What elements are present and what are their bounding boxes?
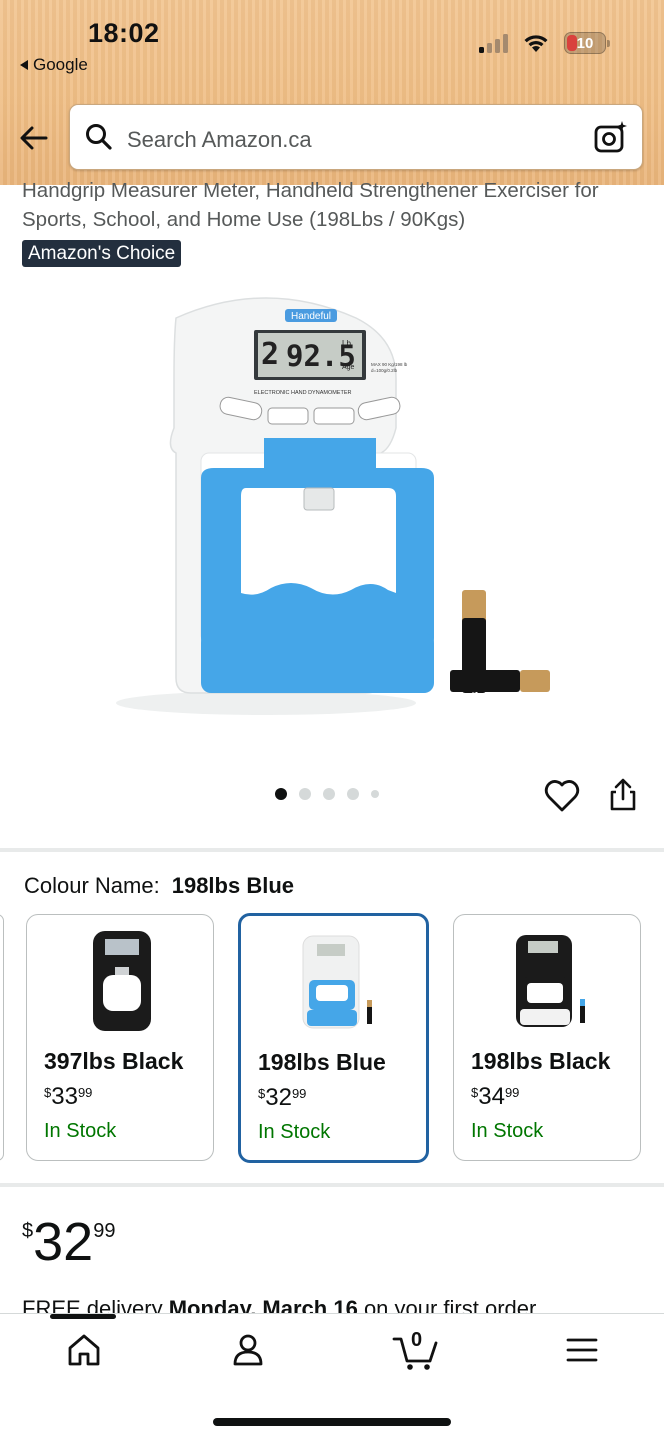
swatch-stock: In Stock	[258, 1121, 331, 1143]
carousel-dot[interactable]	[371, 790, 379, 798]
carousel-dot[interactable]	[299, 788, 311, 800]
previous-swatch-edge[interactable]	[0, 914, 4, 1161]
search-placeholder: Search Amazon.ca	[127, 127, 312, 152]
camera-lens-icon[interactable]	[593, 119, 629, 155]
battery-icon: 10	[564, 32, 610, 54]
wifi-icon	[524, 35, 548, 52]
swatch-397lbs-black[interactable]: 397lbs Black $3399 In Stock	[26, 914, 214, 1161]
colour-selected-value: 198lbs Blue	[171, 873, 294, 898]
search-icon	[86, 124, 112, 150]
swatch-198lbs-black[interactable]: 198lbs Black $3499 In Stock	[453, 914, 641, 1161]
section-divider	[0, 1183, 664, 1187]
swatch-name: 198lbs Blue	[258, 1049, 386, 1075]
brand-text: Handeful	[291, 311, 331, 322]
swatch-price: $3299	[258, 1084, 307, 1111]
amazons-choice-badge[interactable]: Amazon's Choice	[22, 240, 182, 267]
svg-text:Lb: Lb	[342, 339, 351, 348]
status-icons: 10	[479, 32, 610, 54]
colour-name-row: Colour Name: 198lbs Blue	[24, 873, 294, 899]
carousel-dot[interactable]	[275, 788, 287, 800]
swatch-thumbnail	[516, 935, 585, 1027]
status-time: 18:02	[88, 18, 160, 48]
product-price: $32 99	[22, 1212, 116, 1272]
app-header: 18:02 Google 10 Search Amazon.ca	[0, 0, 664, 185]
carousel-dot[interactable]	[347, 788, 359, 800]
swatch-198lbs-blue[interactable]: 198lbs Blue $3299 In Stock	[238, 913, 429, 1163]
svg-text:2: 2	[261, 337, 279, 372]
swatch-price: $3499	[471, 1083, 520, 1110]
svg-text:MAX 90 Kg/198 lb: MAX 90 Kg/198 lb	[371, 362, 408, 367]
product-image[interactable]: Handeful 2 92.5 Lb Age MAX 90 Kg/198 lb …	[96, 278, 576, 738]
swatch-thumbnail	[93, 931, 151, 1031]
swatch-thumbnail	[302, 935, 372, 1029]
swatch-price: $3399	[44, 1083, 93, 1110]
active-tab-indicator	[50, 1314, 116, 1319]
cart-count: 0	[411, 1329, 423, 1351]
swatch-stock: In Stock	[44, 1120, 117, 1142]
home-indicator[interactable]	[213, 1418, 451, 1426]
cart-icon[interactable]: 0	[392, 1325, 440, 1373]
swatch-stock: In Stock	[471, 1120, 544, 1142]
image-carousel-dots[interactable]	[275, 788, 379, 800]
heart-icon[interactable]	[543, 777, 581, 815]
menu-icon[interactable]	[562, 1330, 602, 1370]
back-arrow-icon[interactable]	[18, 122, 50, 154]
back-to-google[interactable]: Google	[20, 55, 88, 75]
battery-level: 10	[576, 34, 594, 52]
carousel-dot[interactable]	[323, 788, 335, 800]
signal-icon	[479, 33, 508, 53]
account-icon[interactable]	[228, 1330, 268, 1370]
back-app-label: Google	[33, 55, 88, 74]
swatch-name: 198lbs Black	[471, 1048, 611, 1074]
share-icon[interactable]	[607, 777, 639, 813]
colour-label: Colour Name:	[24, 873, 160, 898]
swatch-name: 397lbs Black	[44, 1048, 184, 1074]
product-title[interactable]: Handgrip Measurer Meter, Handheld Streng…	[22, 176, 652, 234]
svg-text:d=100g/0.2lb: d=100g/0.2lb	[371, 368, 398, 373]
section-divider	[0, 848, 664, 852]
svg-text:Age: Age	[342, 364, 355, 371]
home-icon[interactable]	[64, 1330, 104, 1370]
back-triangle-icon	[20, 60, 28, 70]
svg-text:ELECTRONIC HAND DYNAMOMETER: ELECTRONIC HAND DYNAMOMETER	[254, 390, 352, 396]
search-input[interactable]: Search Amazon.ca	[69, 104, 643, 170]
